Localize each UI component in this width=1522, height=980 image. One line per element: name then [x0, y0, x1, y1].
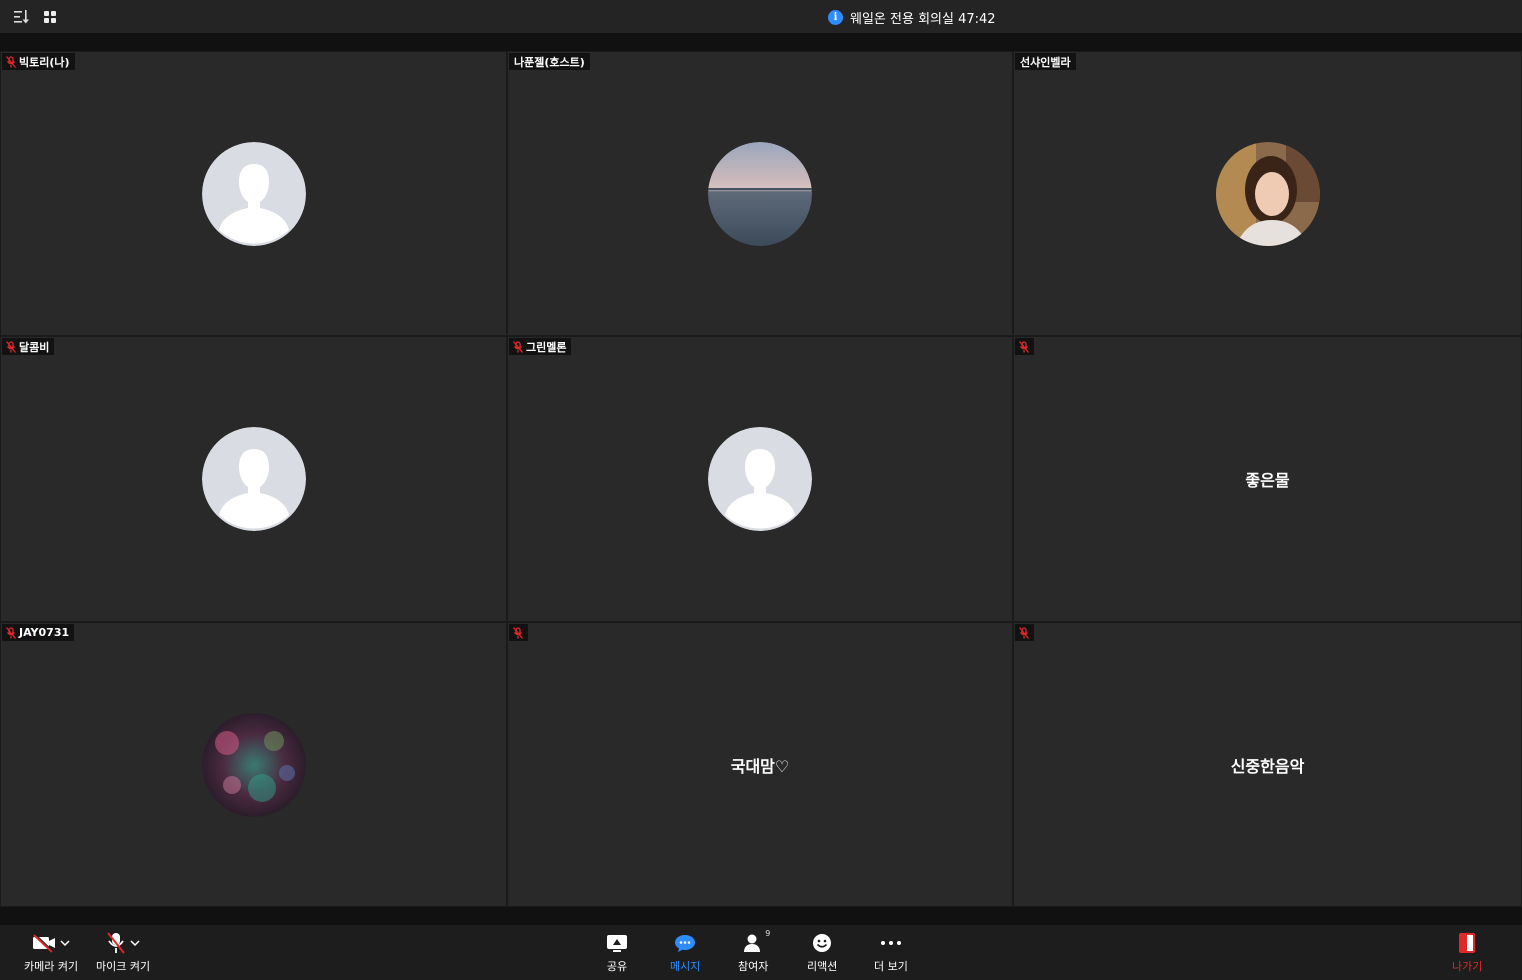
participant-tile[interactable]: 선샤인벨라	[1013, 51, 1522, 336]
default-avatar	[201, 427, 306, 531]
camera-button[interactable]: 카메라 켜기	[24, 931, 78, 974]
top-bar: i 웨일온 전용 회의실 47:42	[0, 0, 1522, 33]
participant-tile[interactable]: 좋은물	[1013, 336, 1522, 622]
top-divider	[0, 33, 1522, 51]
mic-button[interactable]: 마이크 켜기	[96, 931, 150, 974]
meeting-title: 웨일온 전용 회의실 47:42	[850, 12, 996, 27]
message-label: 메시지	[670, 960, 701, 973]
participant-name-tag: JAY0731	[2, 624, 75, 641]
participants-label: 참여자	[738, 960, 769, 973]
participant-display-name: 국대맘♡	[730, 756, 790, 776]
participant-name-tag: 달콤비	[2, 338, 55, 355]
exit-door-icon	[1459, 933, 1476, 953]
participant-tile[interactable]: 그린멜론	[507, 336, 1013, 622]
participant-tile[interactable]: 국대맘♡	[507, 622, 1013, 907]
share-screen-icon	[607, 935, 627, 952]
participant-name-tag	[1015, 338, 1034, 355]
mic-muted-icon	[1019, 626, 1029, 639]
bottom-divider	[0, 907, 1522, 925]
default-avatar	[708, 427, 812, 531]
default-avatar	[201, 141, 306, 246]
participant-tile[interactable]: 신중한음악	[1013, 622, 1522, 907]
participant-name-tag: 그린멜론	[509, 338, 572, 355]
participant-name: 달콤비	[19, 340, 50, 354]
chevron-down-icon[interactable]	[60, 940, 70, 946]
participants-count-badge: 9	[765, 929, 771, 938]
participants-icon	[744, 934, 761, 952]
participant-name-tag	[1015, 624, 1034, 641]
leave-label: 나가기	[1452, 960, 1483, 973]
mic-muted-icon	[6, 340, 16, 353]
mic-muted-icon	[513, 626, 523, 639]
camera-off-icon	[33, 933, 56, 953]
participant-display-name: 신중한음악	[1230, 756, 1305, 776]
participant-name-tag: 나푼젤(호스트)	[509, 53, 590, 70]
reaction-label: 리액션	[807, 960, 838, 973]
participant-grid: 빅토리(나) 나푼젤(호스트) 선샤인벨라 달콤비 그린멜론 좋은물 JAY07…	[0, 51, 1522, 907]
participant-tile[interactable]: 달콤비	[0, 336, 507, 622]
more-button[interactable]: 더 보기	[874, 931, 908, 974]
info-icon[interactable]: i	[828, 10, 843, 25]
participant-name-tag	[509, 624, 528, 641]
meeting-info: i 웨일온 전용 회의실 47:42	[828, 8, 996, 27]
participant-tile[interactable]: JAY0731	[0, 622, 507, 907]
participant-name: JAY0731	[19, 626, 70, 639]
leave-button[interactable]: 나가기	[1452, 931, 1482, 974]
mic-muted-icon	[513, 340, 523, 353]
sort-icon[interactable]	[13, 8, 31, 26]
meeting-toolbar: 카메라 켜기 마이크 켜기 공유 메시지 9 참여자 리액션 더 보기 나가기	[0, 925, 1522, 980]
message-button[interactable]: 메시지	[670, 931, 700, 974]
participant-name-tag: 빅토리(나)	[2, 53, 75, 70]
smiley-icon	[813, 934, 832, 952]
share-label: 공유	[606, 960, 628, 973]
participant-name: 그린멜론	[526, 340, 567, 354]
profile-photo	[201, 712, 306, 817]
mic-off-icon	[107, 932, 125, 954]
participant-tile[interactable]: 나푼젤(호스트)	[507, 51, 1013, 336]
chevron-down-icon[interactable]	[130, 940, 140, 946]
mic-label: 마이크 켜기	[96, 960, 151, 973]
participant-display-name: 좋은물	[1245, 471, 1290, 490]
participant-name: 빅토리(나)	[19, 55, 70, 69]
participant-name: 나푼젤(호스트)	[514, 55, 585, 69]
participants-button[interactable]: 9 참여자	[738, 929, 771, 974]
reaction-button[interactable]: 리액션	[807, 931, 837, 974]
mic-muted-icon	[6, 55, 16, 68]
profile-photo	[1215, 141, 1320, 246]
mic-muted-icon	[6, 626, 16, 639]
chat-bubble-icon	[675, 935, 696, 952]
participant-name-tag: 선샤인벨라	[1015, 53, 1076, 70]
participant-tile[interactable]: 빅토리(나)	[0, 51, 507, 336]
camera-label: 카메라 켜기	[24, 960, 79, 973]
more-dots-icon	[880, 941, 901, 945]
share-button[interactable]: 공유	[606, 931, 628, 974]
profile-photo	[708, 141, 812, 246]
grid-view-icon[interactable]	[41, 8, 59, 26]
participant-name: 선샤인벨라	[1020, 55, 1071, 69]
mic-muted-icon	[1019, 340, 1029, 353]
more-label: 더 보기	[874, 960, 908, 973]
